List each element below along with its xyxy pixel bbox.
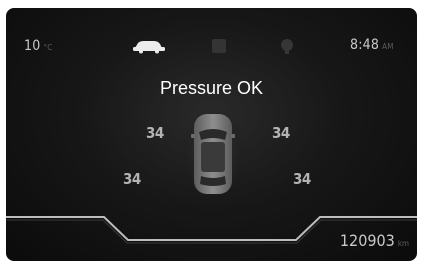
phone-icon	[212, 39, 226, 53]
clock: 8:48 AM	[350, 37, 394, 53]
temperature-value: 10	[24, 38, 41, 54]
temperature-unit: °C	[43, 43, 53, 52]
odometer-value: 120903	[339, 231, 395, 250]
odometer-unit: km	[397, 239, 409, 248]
front-right-tire-pressure: 34	[272, 124, 290, 142]
car-top-view-icon	[182, 108, 244, 200]
rear-right-tire-pressure: 34	[293, 170, 311, 188]
navigation-icon	[281, 39, 293, 54]
instrument-display: 10 °C 8:48 AM Pressure OK 34 34 34 34 12…	[6, 8, 417, 261]
odometer: 120903 km	[340, 231, 409, 250]
car-icon	[133, 41, 165, 54]
outside-temperature: 10 °C	[24, 38, 52, 54]
tire-pressure-status: Pressure OK	[159, 78, 264, 98]
time-value: 8:48	[350, 37, 380, 53]
front-left-tire-pressure: 34	[146, 124, 164, 142]
time-unit: AM	[382, 42, 394, 51]
rear-left-tire-pressure: 34	[123, 170, 141, 188]
